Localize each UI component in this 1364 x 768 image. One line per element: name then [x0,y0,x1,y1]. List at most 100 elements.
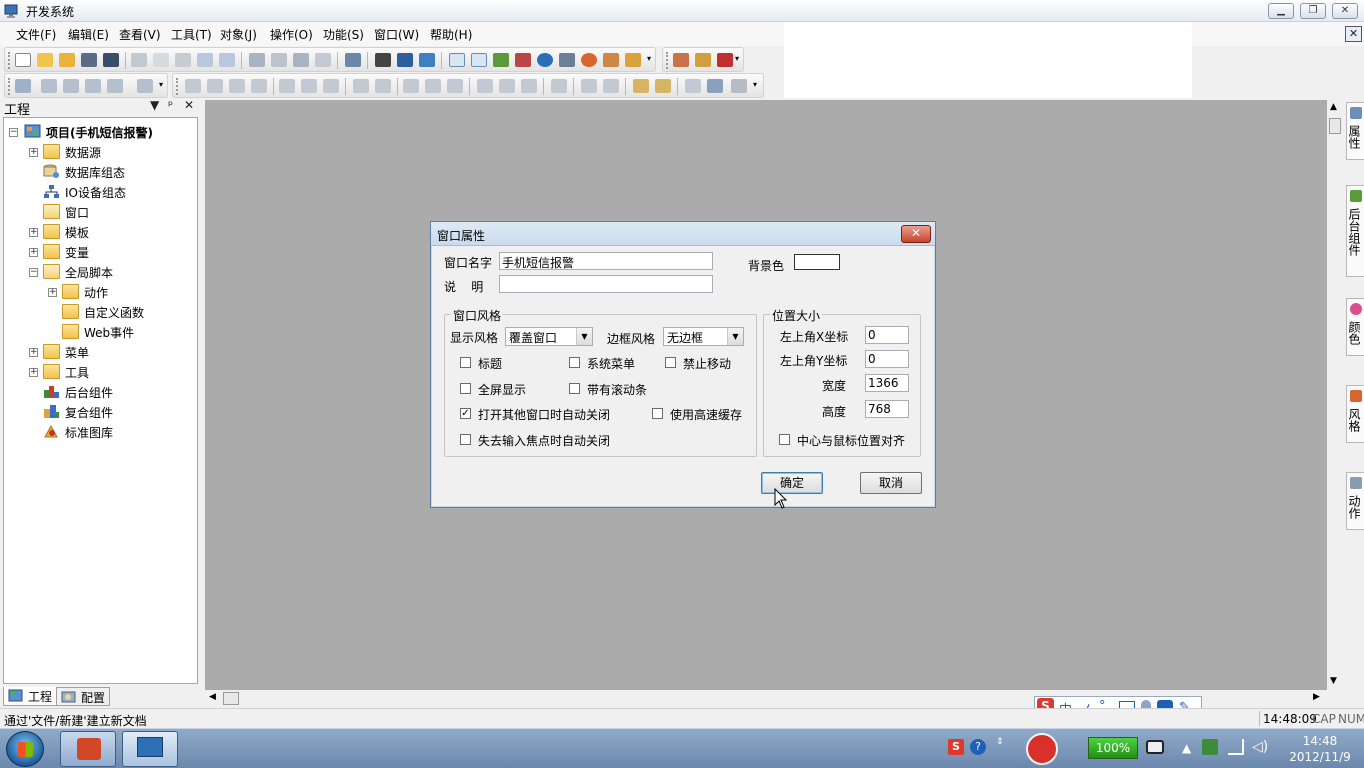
checkbox-box[interactable] [779,434,790,445]
tray-sogou-icon[interactable]: S [948,739,964,755]
align-right-icon[interactable] [207,79,223,93]
flip-icon[interactable] [477,79,493,93]
menu-file[interactable]: 文件(F) [16,26,56,43]
add-icon[interactable] [41,79,57,93]
ok-button[interactable]: 确定 [761,472,823,494]
cut-icon[interactable] [131,53,147,67]
link-icon[interactable] [107,79,123,93]
vertical-scroll-thumb[interactable] [1329,118,1341,134]
duplicate-icon[interactable] [685,79,701,93]
toolbar-overflow-icon[interactable]: ▾ [647,54,651,63]
taskbar-app-devsystem[interactable] [122,731,178,767]
same-size-icon[interactable] [447,79,463,93]
rotate-icon[interactable] [521,79,537,93]
center-icon[interactable] [323,79,339,93]
checkbox-box[interactable] [460,434,471,445]
start-button[interactable] [6,731,44,767]
component-icon[interactable] [717,53,733,67]
checkbox-box[interactable] [460,383,471,394]
tab-properties[interactable]: 属性 [1346,102,1364,160]
checkbox-box[interactable] [460,357,471,368]
power-plug-icon[interactable] [1146,740,1164,754]
lock-icon[interactable] [731,79,747,93]
scroll-up-icon[interactable]: ▲ [1330,102,1337,112]
menu-edit[interactable]: 编辑(E) [68,26,109,43]
screen-icon[interactable] [419,53,435,67]
tools-icon[interactable] [515,53,531,67]
info-icon[interactable] [537,53,553,67]
close-button[interactable]: ✕ [1332,3,1358,19]
monitor-icon[interactable] [345,53,361,67]
toolbar-overflow-icon[interactable]: ▾ [735,54,739,63]
save-icon[interactable] [81,53,97,67]
expand-icon[interactable]: + [29,368,38,377]
border-style-select[interactable]: 无边框 ▼ [663,327,744,346]
center-h-icon[interactable] [279,79,295,93]
mirror-icon[interactable] [499,79,515,93]
height-input[interactable]: 768 [865,400,909,418]
scroll-right-icon[interactable]: ▶ [1313,692,1320,702]
undo-icon[interactable] [197,53,213,67]
group-icon[interactable] [551,79,567,93]
back-icon[interactable] [655,79,671,93]
left-y-input[interactable]: 0 [865,350,909,368]
checkbox-box[interactable] [569,357,580,368]
tray-help-icon[interactable]: ? [970,739,986,755]
menu-function[interactable]: 功能(S) [323,26,364,43]
menu-operation[interactable]: 操作(O) [270,26,313,43]
toolbar-overflow-icon[interactable]: ▾ [159,80,163,89]
scroll-left-icon[interactable]: ◀ [209,692,216,702]
toolbar-grip[interactable] [8,52,11,69]
tab-action[interactable]: 动作 [1346,472,1364,530]
layer-icon[interactable] [137,79,153,93]
align-bottom-icon[interactable] [251,79,267,93]
tab-color[interactable]: 颜色 [1346,298,1364,356]
tray-expand-icon[interactable]: ▲ [1182,741,1191,755]
toolbar-grip[interactable] [666,52,669,69]
center-v-icon[interactable] [301,79,317,93]
export-icon[interactable] [673,53,689,67]
redo-icon[interactable] [219,53,235,67]
align-left-icon[interactable] [185,79,201,93]
grid-icon[interactable] [271,53,287,67]
globe-icon[interactable] [85,79,101,93]
space-v-icon[interactable] [375,79,391,93]
same-width-icon[interactable] [403,79,419,93]
display-style-select[interactable]: 覆盖窗口 ▼ [505,327,593,346]
copy-icon[interactable] [153,53,169,67]
cancel-button[interactable]: 取消 [860,472,922,494]
window-icon[interactable] [449,53,465,67]
preview-icon[interactable] [707,79,723,93]
checkbox-box[interactable] [569,383,580,394]
folder-icon[interactable] [59,53,75,67]
menu-view[interactable]: 查看(V) [119,26,161,43]
restore-button[interactable]: ❐ [1300,3,1326,19]
tab-project[interactable]: 工程 [3,687,58,706]
download-icon[interactable] [15,79,31,93]
signal-icon[interactable] [1228,739,1244,755]
save-all-icon[interactable] [103,53,119,67]
checkbox-box[interactable] [665,357,676,368]
expand-icon[interactable]: + [29,348,38,357]
table-icon[interactable] [315,53,331,67]
background-color-swatch[interactable] [794,254,840,270]
ungroup-icon[interactable] [581,79,597,93]
menu-tools[interactable]: 工具(T) [171,26,212,43]
space-h-icon[interactable] [353,79,369,93]
collapse-icon[interactable]: − [9,128,18,137]
tab-style[interactable]: 风格 [1346,385,1364,443]
expand-icon[interactable]: + [29,228,38,237]
new-icon[interactable] [15,53,31,67]
report-icon[interactable] [695,53,711,67]
dialog-title-bar[interactable]: 窗口属性 ✕ [431,222,935,246]
import-icon[interactable] [249,53,265,67]
battery-indicator[interactable]: 100% [1088,737,1138,759]
chevron-down-icon[interactable]: ▼ [576,328,592,345]
collapse-icon[interactable]: − [29,268,38,277]
lock-layer-icon[interactable] [603,79,619,93]
mdi-close-button[interactable]: ✕ [1345,26,1362,42]
menu-window[interactable]: 窗口(W) [374,26,419,43]
checkbox-checked-box[interactable]: ✓ [460,408,471,419]
scroll-down-icon[interactable]: ▼ [1330,676,1337,686]
menu-object[interactable]: 对象(J) [220,26,257,43]
